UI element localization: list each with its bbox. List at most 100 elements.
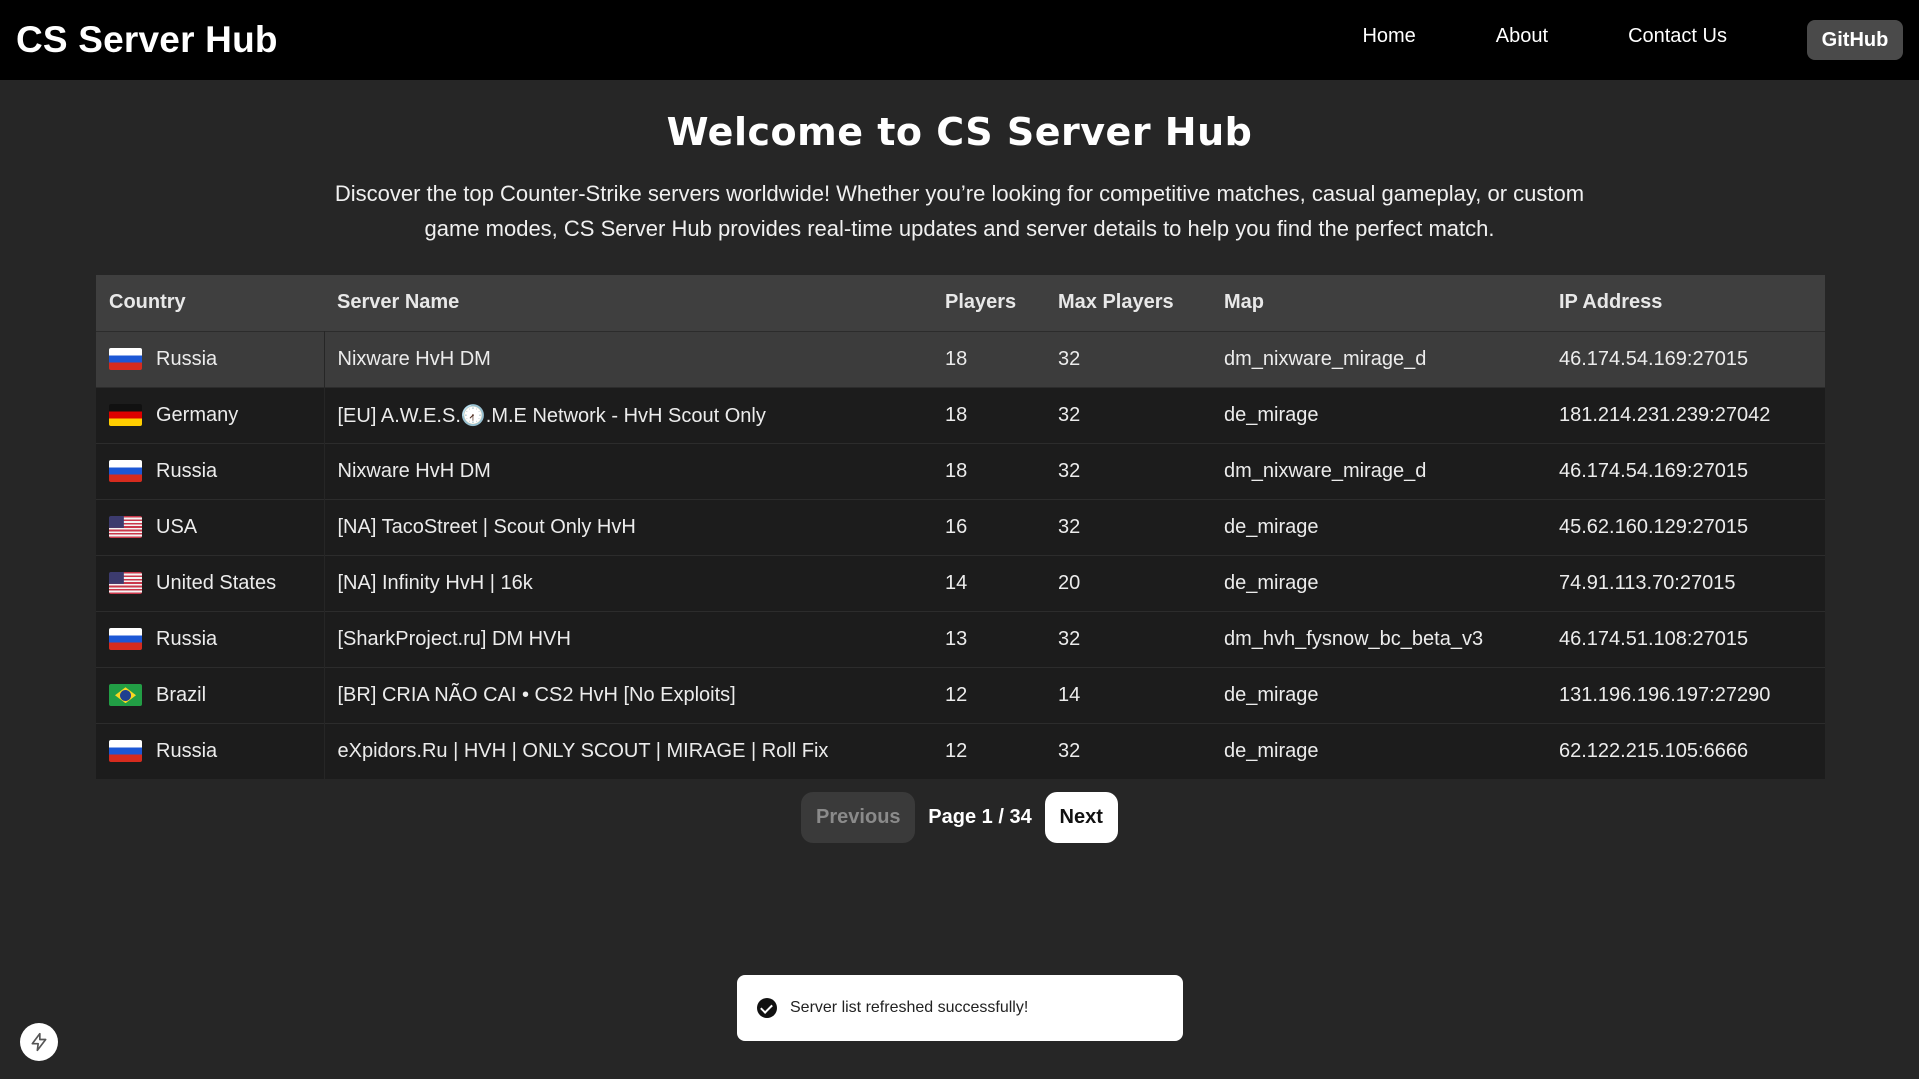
server-table-container: Country Server Name Players Max Players … xyxy=(96,275,1825,779)
check-circle-icon xyxy=(757,998,777,1018)
country-cell: Russia xyxy=(96,723,325,779)
server-name-cell: [BR] CRIA NÃO CAI • CS2 HvH [No Exploits… xyxy=(337,683,736,706)
navbar: CS Server Hub Home About Contact Us GitH… xyxy=(0,0,1919,80)
max-players-cell: 32 xyxy=(1058,515,1081,538)
country-cell: Brazil xyxy=(96,667,325,723)
max-players-cell: 32 xyxy=(1058,627,1081,650)
brazil-flag-icon xyxy=(109,684,142,707)
russia-flag-icon xyxy=(109,460,142,483)
russia-flag-icon xyxy=(109,740,142,763)
page-indicator: Page 1 / 34 xyxy=(928,806,1032,828)
usa-flag-icon xyxy=(109,572,142,595)
server-table: Country Server Name Players Max Players … xyxy=(96,275,1825,779)
country-cell: Germany xyxy=(96,387,325,443)
brand-title[interactable]: CS Server Hub xyxy=(16,19,278,61)
server-name-cell: [NA] TacoStreet | Scout Only HvH xyxy=(337,515,636,538)
map-cell: dm_nixware_mirage_d xyxy=(1224,459,1427,482)
page-description: Discover the top Counter-Strike servers … xyxy=(334,181,1585,241)
server-name-cell: Nixware HvH DM xyxy=(337,347,491,370)
country-cell: Russia xyxy=(96,611,325,667)
map-cell: de_mirage xyxy=(1224,683,1319,706)
server-name-cell: Nixware HvH DM xyxy=(337,459,491,482)
table-row[interactable]: USA [NA] TacoStreet | Scout Only HvH 16 … xyxy=(96,499,1825,555)
players-cell: 18 xyxy=(945,459,968,482)
ip-address-cell[interactable]: 46.174.54.169:27015 xyxy=(1546,331,1825,387)
table-row[interactable]: United States [NA] Infinity HvH | 16k 14… xyxy=(96,555,1825,611)
map-cell: de_mirage xyxy=(1224,403,1319,426)
pagination: Previous Page 1 / 34 Next xyxy=(0,792,1919,843)
country-name: Russia xyxy=(156,347,218,370)
table-row[interactable]: Russia eXpidors.Ru | HVH | ONLY SCOUT | … xyxy=(96,723,1825,779)
nav-link-contact[interactable]: Contact Us xyxy=(1628,25,1727,48)
russia-flag-icon xyxy=(109,348,142,371)
column-header-country[interactable]: Country xyxy=(96,275,324,331)
country-cell: USA xyxy=(96,499,325,555)
map-cell: de_mirage xyxy=(1224,571,1319,594)
ip-address-cell[interactable]: 46.174.54.169:27015 xyxy=(1546,443,1825,499)
max-players-cell: 14 xyxy=(1058,683,1081,706)
ip-address-cell[interactable]: 131.196.196.197:27290 xyxy=(1546,667,1825,723)
ip-address-cell[interactable]: 45.62.160.129:27015 xyxy=(1546,499,1825,555)
lightning-bolt-button[interactable] xyxy=(20,1023,58,1061)
germany-flag-icon xyxy=(109,404,142,427)
country-name: Russia xyxy=(156,627,218,650)
column-header-ip-address[interactable]: IP Address xyxy=(1546,275,1825,331)
column-header-players[interactable]: Players xyxy=(932,275,1045,331)
column-header-server-name[interactable]: Server Name xyxy=(324,275,932,331)
table-row[interactable]: Russia Nixware HvH DM 18 32 dm_nixware_m… xyxy=(96,443,1825,499)
ip-address-cell[interactable]: 74.91.113.70:27015 xyxy=(1546,555,1825,611)
ip-address-cell[interactable]: 181.214.231.239:27042 xyxy=(1546,387,1825,443)
previous-button[interactable]: Previous xyxy=(801,792,916,843)
map-cell: de_mirage xyxy=(1224,739,1319,762)
server-table-body: Russia Nixware HvH DM 18 32 dm_nixware_m… xyxy=(96,331,1825,779)
toast-message: Server list refreshed successfully! xyxy=(790,999,1029,1016)
ip-address-cell[interactable]: 62.122.215.105:6666 xyxy=(1546,723,1825,779)
players-cell: 18 xyxy=(945,347,968,370)
column-header-map[interactable]: Map xyxy=(1211,275,1546,331)
country-name: Russia xyxy=(156,739,218,762)
toast-notification: Server list refreshed successfully! xyxy=(737,975,1183,1041)
country-name: USA xyxy=(156,515,198,538)
players-cell: 13 xyxy=(945,627,968,650)
column-header-max-players[interactable]: Max Players xyxy=(1045,275,1211,331)
players-cell: 12 xyxy=(945,683,968,706)
players-cell: 14 xyxy=(945,571,968,594)
github-button[interactable]: GitHub xyxy=(1807,20,1903,60)
hero-section: Welcome to CS Server Hub Discover the to… xyxy=(0,80,1919,246)
country-name: Russia xyxy=(156,459,218,482)
country-name: United States xyxy=(156,571,277,594)
country-cell: Russia xyxy=(96,443,325,499)
table-row[interactable]: Germany [EU] A.W.E.S.🕢.M.E Network - HvH… xyxy=(96,387,1825,443)
table-row[interactable]: Brazil [BR] CRIA NÃO CAI • CS2 HvH [No E… xyxy=(96,667,1825,723)
usa-flag-icon xyxy=(109,516,142,539)
russia-flag-icon xyxy=(109,628,142,651)
ip-address-cell[interactable]: 46.174.51.108:27015 xyxy=(1546,611,1825,667)
players-cell: 18 xyxy=(945,403,968,426)
country-cell: Russia xyxy=(96,331,325,387)
server-name-cell: [NA] Infinity HvH | 16k xyxy=(337,571,533,594)
max-players-cell: 32 xyxy=(1058,347,1081,370)
max-players-cell: 20 xyxy=(1058,571,1081,594)
table-row[interactable]: Russia [SharkProject.ru] DM HVH 13 32 dm… xyxy=(96,611,1825,667)
country-name: Brazil xyxy=(156,683,207,706)
nav-link-home[interactable]: Home xyxy=(1362,25,1415,48)
map-cell: de_mirage xyxy=(1224,515,1319,538)
lightning-bolt-icon xyxy=(31,1032,47,1052)
next-button[interactable]: Next xyxy=(1044,792,1118,843)
nav-link-about[interactable]: About xyxy=(1496,25,1548,48)
map-cell: dm_hvh_fysnow_bc_beta_v3 xyxy=(1224,627,1484,650)
nav-links: Home About Contact Us GitHub xyxy=(1362,0,1903,80)
max-players-cell: 32 xyxy=(1058,739,1081,762)
players-cell: 16 xyxy=(945,515,968,538)
table-header-row: Country Server Name Players Max Players … xyxy=(96,275,1825,331)
server-name-cell: [SharkProject.ru] DM HVH xyxy=(337,627,571,650)
page-title: Welcome to CS Server Hub xyxy=(666,110,1253,154)
server-name-cell: [EU] A.W.E.S.🕢.M.E Network - HvH Scout O… xyxy=(337,404,766,427)
max-players-cell: 32 xyxy=(1058,403,1081,426)
map-cell: dm_nixware_mirage_d xyxy=(1224,347,1427,370)
table-row[interactable]: Russia Nixware HvH DM 18 32 dm_nixware_m… xyxy=(96,331,1825,387)
country-name: Germany xyxy=(156,403,239,426)
server-name-cell: eXpidors.Ru | HVH | ONLY SCOUT | MIRAGE … xyxy=(337,739,829,762)
country-cell: United States xyxy=(96,555,325,611)
players-cell: 12 xyxy=(945,739,968,762)
